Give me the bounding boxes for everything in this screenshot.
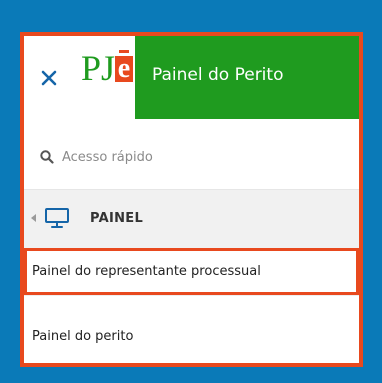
- collapse-caret-icon[interactable]: [31, 214, 36, 222]
- close-icon: [41, 70, 57, 85]
- header-bar: PJ e Painel do Perito: [24, 36, 359, 119]
- close-button[interactable]: [24, 36, 74, 119]
- search-input[interactable]: [62, 145, 352, 169]
- menu-item-label: Painel do perito: [32, 329, 134, 344]
- menu-item-label: Painel do representante processual: [32, 264, 261, 279]
- monitor-icon: [45, 208, 69, 228]
- nav-section-label: PAINEL: [90, 211, 144, 226]
- logo-badge: e: [115, 50, 133, 83]
- search-icon: [40, 150, 54, 164]
- menu-item-painel-perito[interactable]: Painel do perito: [24, 295, 359, 363]
- menu-panel: PJ e Painel do Perito PAINEL Painel do r…: [20, 32, 363, 367]
- search-bar: [24, 119, 359, 190]
- nav-section-painel[interactable]: PAINEL: [24, 190, 359, 249]
- pje-logo: PJ e: [74, 36, 135, 119]
- menu-item-painel-representante[interactable]: Painel do representante processual: [24, 248, 359, 295]
- page-title: Painel do Perito: [152, 65, 284, 85]
- logo-text: PJ: [81, 48, 116, 88]
